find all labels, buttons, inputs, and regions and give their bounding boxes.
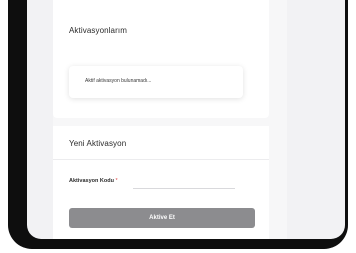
content-column: Aktivasyonlarım Aktif aktivasyon bulunam… [53,0,287,239]
new-activation-card: Yeni Aktivasyon Aktivasyon Kodu * Aktive… [53,126,269,239]
activate-button[interactable]: Aktive Et [69,208,255,228]
empty-activations-message: Aktif aktivasyon bulunamadı... [85,78,152,84]
my-activations-card: Aktivasyonlarım Aktif aktivasyon bulunam… [53,0,269,118]
activation-code-label-text: Aktivasyon Kodu [69,178,114,184]
new-activation-title: Yeni Aktivasyon [69,139,127,148]
device-frame: Aktivasyonlarım Aktif aktivasyon bulunam… [8,0,348,249]
card-divider [53,159,269,160]
activation-code-input[interactable] [133,175,235,189]
empty-activations-notice: Aktif aktivasyon bulunamadı... [69,66,243,98]
required-marker: * [115,178,118,184]
app-screen: Aktivasyonlarım Aktif aktivasyon bulunam… [27,0,345,239]
activation-code-label: Aktivasyon Kodu * [69,178,118,184]
my-activations-title: Aktivasyonlarım [69,26,127,35]
